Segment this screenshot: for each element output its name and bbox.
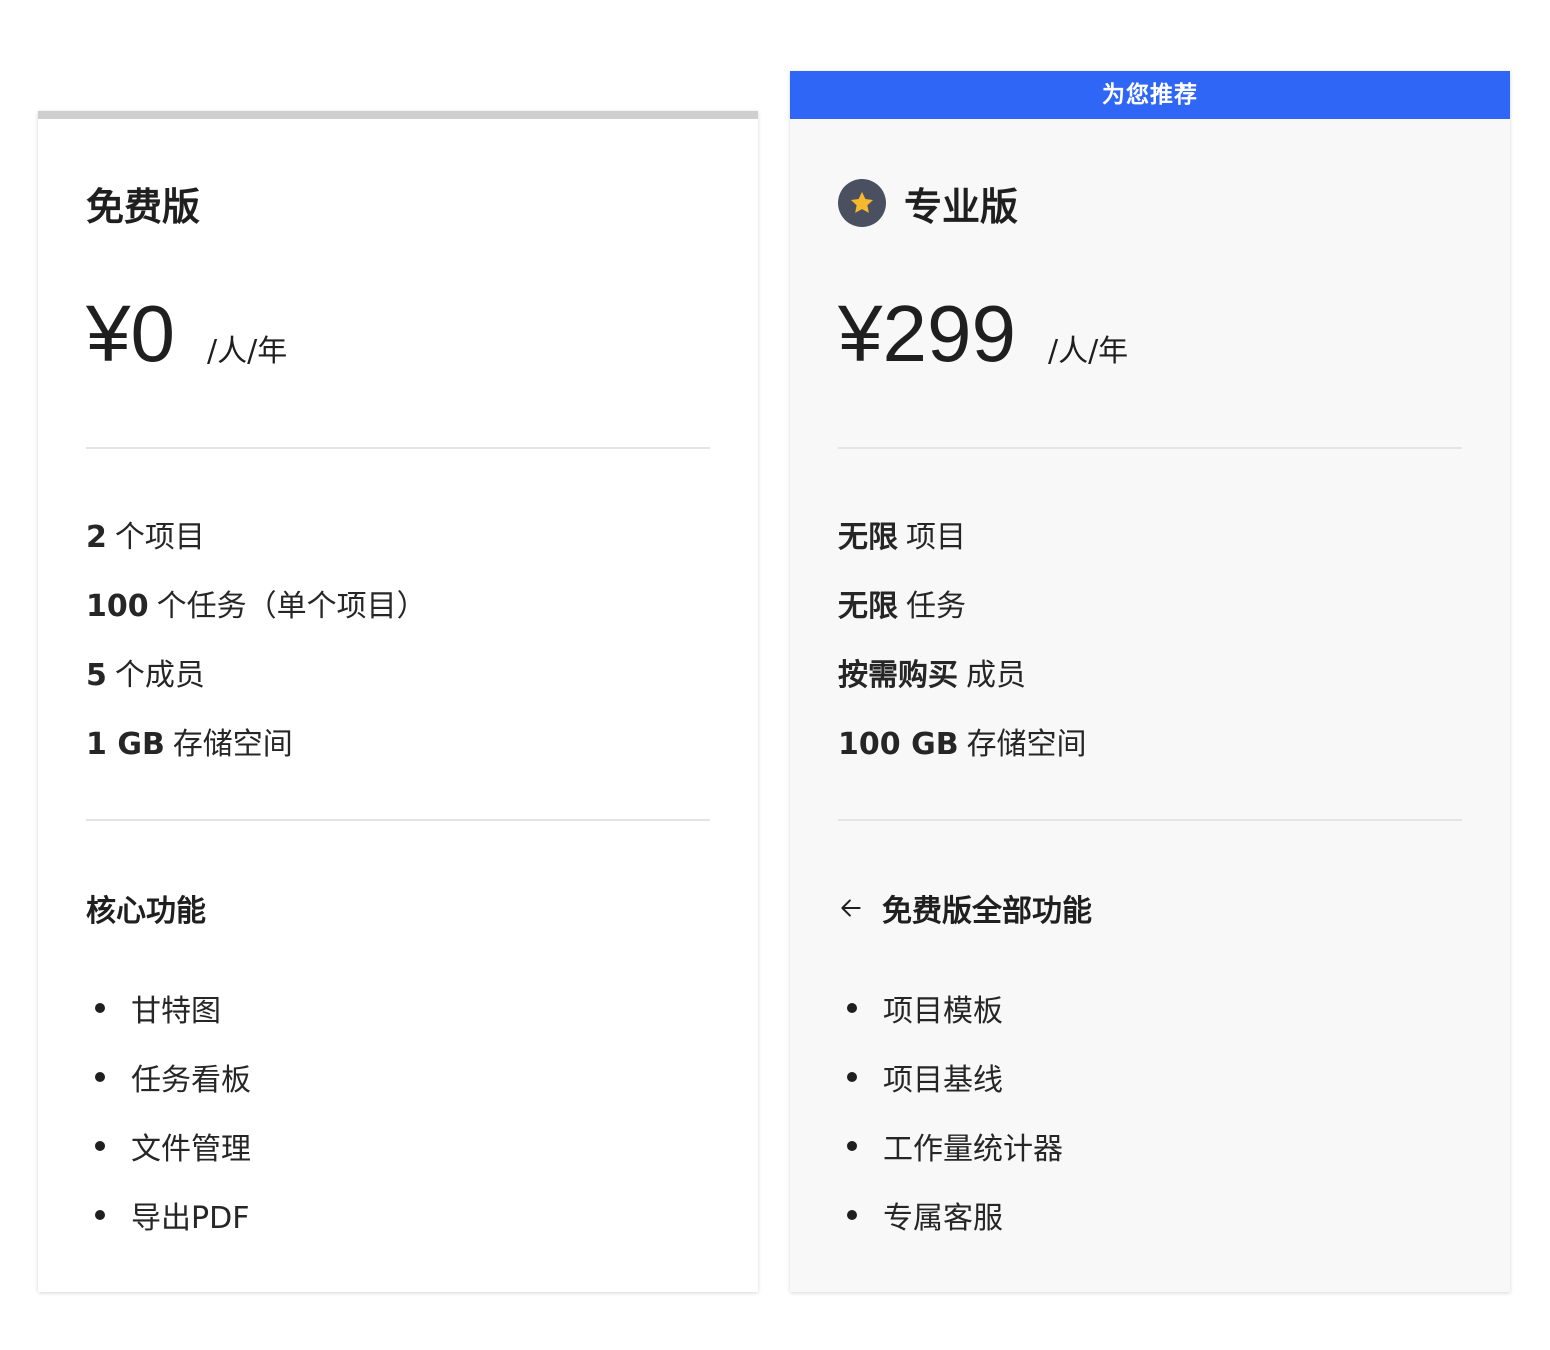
price: ¥299 [838,289,1016,378]
limit-value: 100 [86,589,149,624]
divider [86,819,710,821]
limit-item: 2 个项目 [86,511,710,580]
feature-item: 文件管理 [86,1111,710,1180]
feature-item: 项目基线 [838,1042,1462,1111]
limit-item: 5 个成员 [86,649,710,718]
arrow-left-icon [838,893,868,923]
price-row: ¥299 /人/年 [838,289,1462,379]
limit-value: 无限 [838,520,898,555]
limit-item: 100 GB 存储空间 [838,718,1462,787]
plan-title-row: 专业版 [838,175,1462,231]
free-plan-card: 免费版 ¥0 /人/年 2 个项目 100 个任务（单个项目） 5 个成员 1 GB 存… [38,111,758,1292]
price-unit: /人/年 [1047,334,1129,369]
star-icon [838,179,886,227]
bullet-icon [847,1209,857,1220]
price-row: ¥0 /人/年 [86,289,710,379]
limit-value: 5 [86,658,107,693]
limit-value: 按需购买 [838,658,958,693]
bullet-icon [847,1140,857,1151]
price-unit: /人/年 [206,334,288,369]
feature-item: 项目模板 [838,973,1462,1042]
limit-label: 存储空间 [172,727,293,762]
price: ¥0 [86,289,175,378]
bullet-icon [95,1140,105,1151]
feature-item: 任务看板 [86,1042,710,1111]
divider [838,447,1462,449]
limit-item: 100 个任务（单个项目） [86,580,710,649]
bullet-icon [95,1002,105,1013]
feature-item: 专属客服 [838,1180,1462,1249]
section-title-row: 免费版全部功能 [838,881,1462,935]
feature-label: 任务看板 [131,1062,251,1098]
limit-item: 无限 任务 [838,580,1462,649]
limit-label: 个项目 [114,520,205,555]
limit-value: 无限 [838,589,898,624]
feature-list: 项目模板 项目基线 工作量统计器 专属客服 [838,973,1462,1249]
feature-label: 工作量统计器 [883,1131,1063,1167]
limit-label: 任务 [906,589,966,624]
plan-limits: 2 个项目 100 个任务（单个项目） 5 个成员 1 GB 存储空间 [86,511,710,787]
bullet-icon [95,1071,105,1082]
feature-label: 甘特图 [131,993,221,1029]
feature-label: 专属客服 [883,1200,1003,1236]
limit-value: 2 [86,520,107,555]
pricing-page: 免费版 ¥0 /人/年 2 个项目 100 个任务（单个项目） 5 个成员 1 GB 存… [0,0,1550,1350]
section-title: 核心功能 [86,894,206,929]
feature-label: 文件管理 [131,1131,251,1167]
feature-label: 导出PDF [131,1200,250,1236]
limit-label: 成员 [966,658,1026,693]
limit-item: 按需购买 成员 [838,649,1462,718]
feature-label: 项目模板 [883,993,1003,1029]
recommended-ribbon: 为您推荐 [790,71,1510,119]
feature-item: 甘特图 [86,973,710,1042]
feature-item: 工作量统计器 [838,1111,1462,1180]
divider [838,819,1462,821]
feature-list: 甘特图 任务看板 文件管理 导出PDF [86,973,710,1249]
pro-plan-card: 为您推荐 专业版 ¥299 /人/年 无限 项目 无限 任务 按需购买 成员 100 … [790,71,1510,1292]
limit-item: 无限 项目 [838,511,1462,580]
limit-value: 100 GB [838,727,959,762]
divider [86,447,710,449]
limit-label: 个成员 [114,658,205,693]
limit-item: 1 GB 存储空间 [86,718,710,787]
feature-item: 导出PDF [86,1180,710,1249]
limit-label: 存储空间 [966,727,1087,762]
bullet-icon [847,1002,857,1013]
limit-label: 个任务（单个项目） [156,589,427,624]
feature-label: 项目基线 [883,1062,1003,1098]
bullet-icon [95,1209,105,1220]
plan-title: 免费版 [86,184,201,229]
bullet-icon [847,1071,857,1082]
plan-title: 专业版 [904,184,1019,229]
plan-limits: 无限 项目 无限 任务 按需购买 成员 100 GB 存储空间 [838,511,1462,787]
limit-label: 项目 [906,520,966,555]
section-title: 免费版全部功能 [882,894,1092,929]
limit-value: 1 GB [86,727,165,762]
